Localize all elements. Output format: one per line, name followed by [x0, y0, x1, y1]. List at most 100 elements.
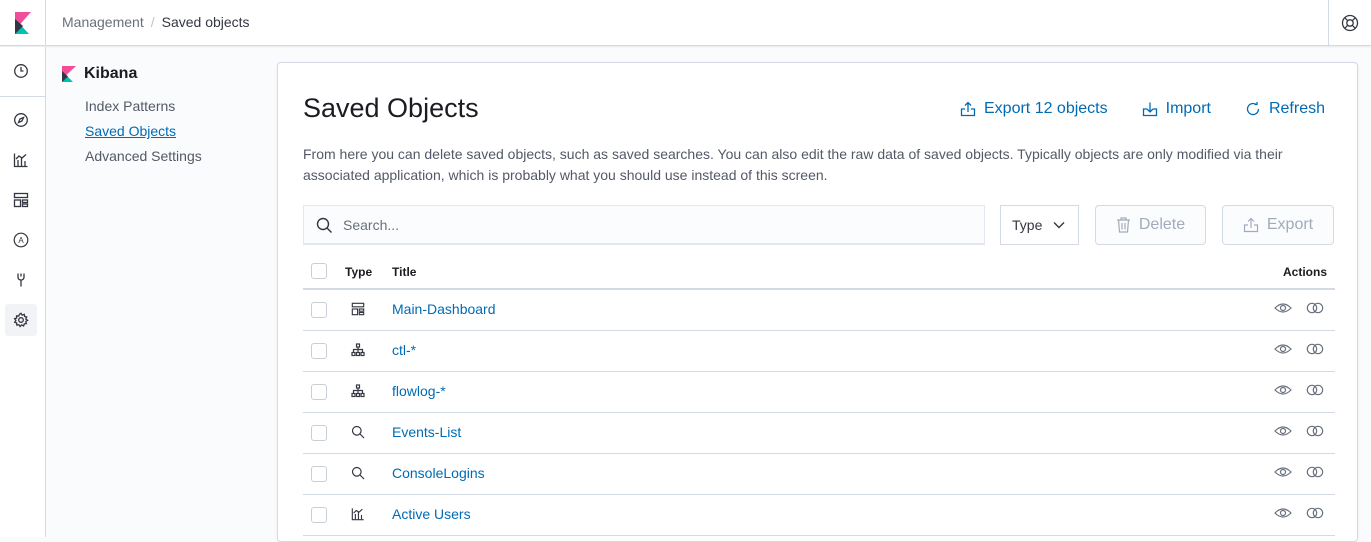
column-header-actions: Actions — [1282, 265, 1327, 279]
index-pattern-type-icon — [351, 384, 365, 398]
canvas-icon: A — [13, 232, 29, 248]
inspect-action-button[interactable] — [1274, 343, 1292, 355]
table-header: Type Title Actions — [303, 257, 1335, 290]
nav-divider — [0, 96, 45, 97]
table-row: Active Users — [303, 495, 1335, 536]
inspect-action-button[interactable] — [1274, 302, 1292, 314]
search-icon — [316, 217, 333, 234]
delete-button[interactable]: Delete — [1095, 205, 1206, 245]
nav-discover[interactable] — [5, 104, 37, 136]
row-title-link[interactable]: ConsoleLogins — [392, 465, 485, 481]
export-selected-button[interactable]: Export — [1222, 205, 1334, 245]
saved-objects-panel: Saved Objects Export 12 objects Import R… — [277, 62, 1358, 542]
type-filter-dropdown[interactable]: Type — [1000, 205, 1079, 245]
relationships-icon — [1306, 302, 1324, 314]
dashboard-type-icon — [351, 302, 365, 316]
search-field[interactable] — [303, 205, 985, 245]
breadcrumb-current: Saved objects — [161, 14, 250, 30]
eye-icon — [1274, 303, 1292, 313]
relationships-action-button[interactable] — [1306, 343, 1324, 355]
inspect-action-button[interactable] — [1274, 466, 1292, 478]
relationships-icon — [1306, 384, 1324, 396]
trash-icon — [1116, 217, 1130, 233]
nav-link-saved-objects[interactable]: Saved Objects — [85, 122, 262, 147]
relationships-action-button[interactable] — [1306, 507, 1324, 519]
delete-label: Delete — [1138, 216, 1186, 233]
import-button[interactable]: Import — [1142, 100, 1211, 118]
index-pattern-type-icon — [351, 343, 365, 357]
kibana-logo[interactable] — [0, 0, 46, 46]
gear-icon — [13, 312, 29, 328]
row-title-link[interactable]: Events-List — [392, 424, 461, 440]
column-header-type[interactable]: Type — [345, 265, 372, 279]
import-label: Import — [1165, 100, 1211, 117]
type-filter-label: Type — [1012, 217, 1043, 233]
row-checkbox[interactable] — [311, 466, 327, 482]
relationships-icon — [1306, 466, 1324, 478]
nav-management[interactable] — [5, 304, 37, 336]
eye-icon — [1274, 467, 1292, 477]
nav-visualize[interactable] — [5, 144, 37, 176]
nav-link-index-patterns[interactable]: Index Patterns — [85, 97, 262, 122]
kibana-small-logo-icon — [62, 66, 76, 82]
search-type-icon — [351, 425, 365, 439]
row-title-link[interactable]: ctl-* — [392, 342, 416, 358]
search-type-icon — [351, 466, 365, 480]
nav-dashboard[interactable] — [5, 184, 37, 216]
row-title-link[interactable]: flowlog-* — [392, 383, 446, 399]
table-row: ctl-* — [303, 331, 1335, 372]
refresh-icon — [1246, 102, 1260, 116]
help-icon — [1341, 14, 1359, 32]
svg-text:A: A — [18, 236, 24, 245]
relationships-action-button[interactable] — [1306, 466, 1324, 478]
row-checkbox[interactable] — [311, 343, 327, 359]
clock-icon — [14, 64, 28, 78]
export-all-button[interactable]: Export 12 objects — [960, 100, 1108, 118]
help-button[interactable] — [1328, 0, 1371, 46]
export-icon — [960, 101, 976, 117]
nav-recently-viewed[interactable] — [5, 55, 37, 87]
compass-icon — [14, 113, 28, 127]
management-nav-title: Kibana — [84, 65, 138, 82]
management-nav-header: Kibana — [62, 64, 262, 84]
visualize-icon — [13, 153, 28, 168]
export-all-label: Export 12 objects — [984, 100, 1108, 117]
row-checkbox[interactable] — [311, 425, 327, 441]
inspect-action-button[interactable] — [1274, 384, 1292, 396]
row-checkbox[interactable] — [311, 507, 327, 523]
saved-objects-table: Type Title Actions Main-Dashboard ctl-* — [303, 257, 1335, 536]
inspect-action-button[interactable] — [1274, 507, 1292, 519]
select-all-checkbox[interactable] — [311, 263, 327, 279]
row-checkbox[interactable] — [311, 384, 327, 400]
refresh-label: Refresh — [1268, 100, 1325, 117]
column-header-title[interactable]: Title — [392, 265, 416, 279]
row-checkbox[interactable] — [311, 302, 327, 318]
visualization-type-icon — [351, 507, 365, 521]
nav-link-advanced-settings[interactable]: Advanced Settings — [85, 147, 262, 172]
nav-canvas[interactable]: A — [5, 224, 37, 256]
breadcrumb-management[interactable]: Management — [62, 14, 144, 30]
eye-icon — [1274, 508, 1292, 518]
relationships-icon — [1306, 343, 1324, 355]
relationships-icon — [1306, 507, 1324, 519]
relationships-action-button[interactable] — [1306, 425, 1324, 437]
management-nav: Kibana Index Patterns Saved Objects Adva… — [62, 64, 262, 172]
table-row: Events-List — [303, 413, 1335, 454]
chevron-down-icon — [1053, 221, 1065, 229]
refresh-button[interactable]: Refresh — [1245, 100, 1325, 118]
nav-devtools[interactable] — [5, 264, 37, 296]
table-row: flowlog-* — [303, 372, 1335, 413]
search-input[interactable] — [343, 217, 943, 233]
page-description: From here you can delete saved objects, … — [303, 146, 1283, 183]
relationships-action-button[interactable] — [1306, 302, 1324, 314]
inspect-action-button[interactable] — [1274, 425, 1292, 437]
breadcrumb-separator: / — [150, 14, 155, 30]
row-title-link[interactable]: Active Users — [392, 506, 471, 522]
eye-icon — [1274, 426, 1292, 436]
relationships-action-button[interactable] — [1306, 384, 1324, 396]
table-row: Main-Dashboard — [303, 290, 1335, 331]
export-selected-label: Export — [1266, 216, 1314, 233]
dashboard-icon — [13, 192, 29, 208]
eye-icon — [1274, 385, 1292, 395]
row-title-link[interactable]: Main-Dashboard — [392, 301, 496, 317]
